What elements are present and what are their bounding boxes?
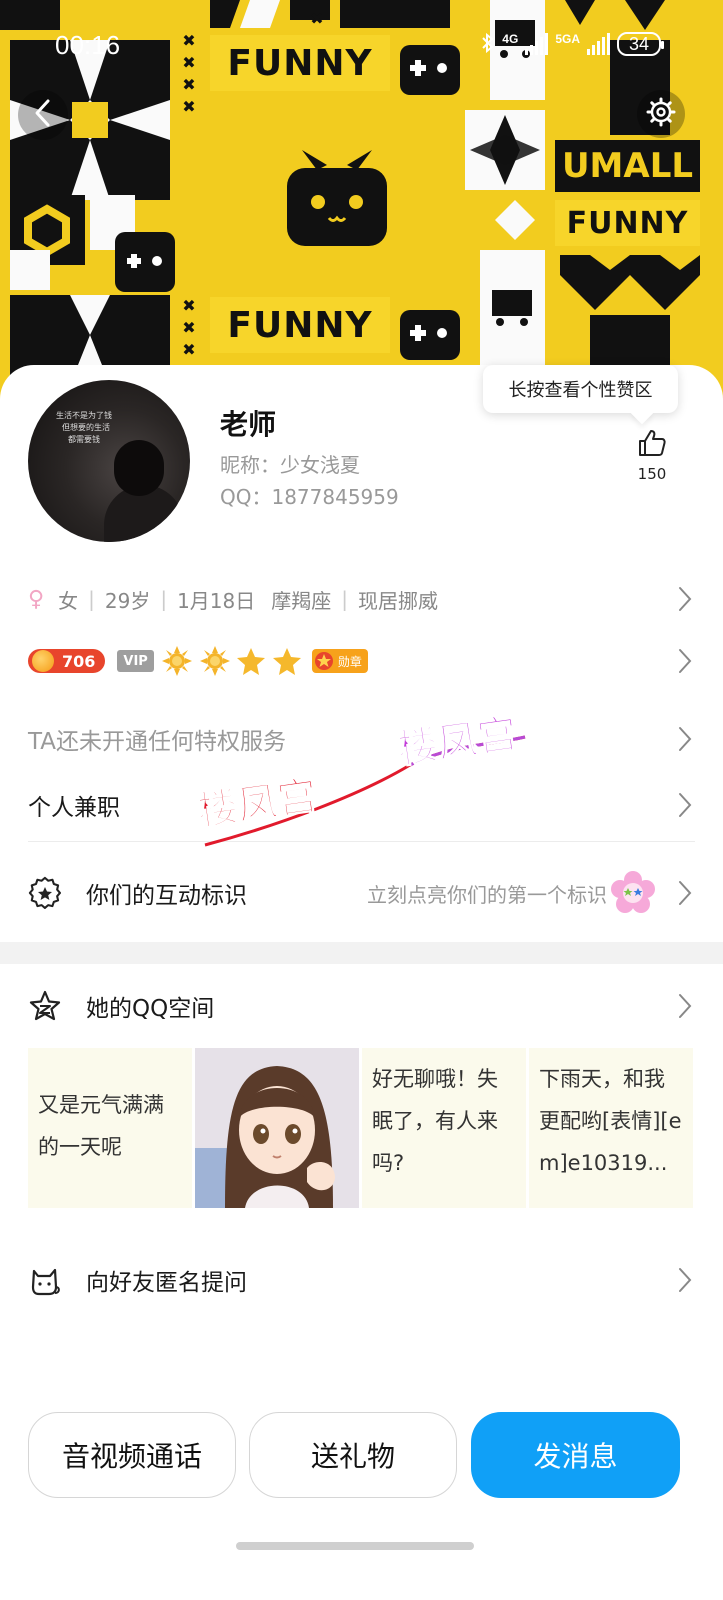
cover-funny-banner: FUNNY bbox=[210, 297, 390, 353]
divider: | bbox=[160, 587, 168, 611]
level-value: 706 bbox=[62, 651, 96, 671]
cover-pattern bbox=[465, 110, 545, 190]
status-indicators: 4G 5GA 34 bbox=[481, 32, 664, 56]
cat-icon bbox=[31, 1268, 60, 1296]
medal-star-icon bbox=[314, 652, 333, 670]
send-message-button[interactable]: 发消息 bbox=[471, 1412, 680, 1498]
watermark: 楼凤宫 楼凤宫 bbox=[200, 710, 526, 847]
female-icon: ♀ bbox=[28, 586, 45, 612]
location-text: 现居挪威 bbox=[358, 588, 439, 613]
qzone-row[interactable]: 她的QQ空间 bbox=[28, 981, 695, 1031]
gear-icon bbox=[646, 97, 676, 131]
interaction-mark-row[interactable]: 你们的互动标识 立刻点亮你们的第一个标识 bbox=[28, 865, 695, 921]
interaction-label: 你们的互动标识 bbox=[86, 883, 247, 909]
qzone-post[interactable]: 又是元气满满的一天呢 bbox=[28, 1048, 192, 1208]
thumbs-up-icon bbox=[636, 430, 668, 463]
settings-button[interactable] bbox=[637, 90, 685, 138]
zodiac-text: 摩羯座 bbox=[271, 588, 332, 613]
cover-funny-banner: FUNNY bbox=[555, 200, 700, 246]
section-separator bbox=[0, 942, 723, 964]
gamepad-icon bbox=[400, 310, 460, 360]
battery-level: 34 bbox=[628, 33, 650, 54]
like-button[interactable]: 150 bbox=[630, 427, 674, 483]
bluetooth-icon bbox=[481, 32, 495, 56]
like-tooltip: 长按查看个性赞区 bbox=[483, 365, 678, 413]
cover-pattern bbox=[560, 255, 700, 315]
divider: | bbox=[341, 587, 349, 611]
like-count: 150 bbox=[637, 465, 667, 483]
badge-star-icon bbox=[28, 876, 61, 909]
signal-icon bbox=[587, 33, 610, 55]
avatar-figure bbox=[114, 440, 164, 496]
send-gift-button[interactable]: 送礼物 bbox=[249, 1412, 457, 1498]
qzone-star-icon bbox=[29, 990, 61, 1021]
chevron-right-icon bbox=[675, 879, 695, 907]
network-type-label: 4G bbox=[502, 32, 519, 46]
chevron-right-icon bbox=[675, 585, 695, 613]
cover-umall-banner: UMALL bbox=[555, 140, 700, 192]
level-badge: 706 bbox=[28, 649, 106, 673]
profile-nickname: 昵称：少女浅夏 bbox=[220, 453, 360, 477]
signal-icon bbox=[525, 33, 549, 55]
chevron-right-icon bbox=[675, 992, 695, 1020]
avatar-quote-line: 都需要钱 bbox=[68, 435, 100, 444]
profile-name: 老师 bbox=[220, 408, 277, 441]
cover-pattern bbox=[115, 232, 175, 292]
chevron-right-icon bbox=[675, 1266, 695, 1294]
vip-badge: VIP bbox=[117, 650, 154, 672]
chevron-right-icon bbox=[675, 647, 695, 675]
divider: | bbox=[88, 587, 95, 611]
medal-badge: 勋章 bbox=[311, 649, 368, 673]
anime-girl-image bbox=[195, 1048, 359, 1208]
basic-info-row[interactable]: ♀ 女 | 29岁 | 1月18日 摩羯座 | 现居挪威 bbox=[28, 575, 695, 623]
anonymous-ask-row[interactable]: 向好友匿名提问 bbox=[28, 1255, 695, 1305]
avatar-quote-line: 生活不是为了钱 bbox=[56, 411, 112, 420]
profile-qq-number[interactable]: QQ：1877845959 bbox=[220, 481, 399, 510]
avatar[interactable]: 生活不是为了钱 但想要的生活 都需要钱 bbox=[28, 380, 190, 542]
chevron-right-icon bbox=[675, 725, 695, 753]
cover-pattern bbox=[480, 250, 545, 370]
job-text: 个人兼职 bbox=[28, 795, 120, 821]
sun-level-icon bbox=[161, 646, 192, 676]
avatar-quote-line: 但想要的生活 bbox=[62, 423, 110, 432]
video-call-button[interactable]: 音视频通话 bbox=[28, 1412, 236, 1498]
status-bar: 00:16 4G 5GA 34 bbox=[0, 0, 723, 90]
badges-row[interactable]: 706 VIP 勋章 bbox=[28, 637, 695, 685]
watermark-text: 楼凤宫 bbox=[395, 711, 520, 773]
qzone-post-image[interactable] bbox=[195, 1048, 359, 1208]
home-indicator[interactable] bbox=[236, 1542, 474, 1550]
star-level-icon bbox=[236, 648, 265, 675]
qzone-label: 她的QQ空间 bbox=[86, 996, 215, 1022]
flower-icon bbox=[611, 871, 655, 913]
avatar-quote: 生活不是为了钱 但想要的生活 都需要钱 bbox=[56, 410, 112, 446]
birthday-text: 1月18日 bbox=[177, 588, 256, 613]
star-level-icon bbox=[272, 648, 301, 675]
chevron-right-icon bbox=[675, 791, 695, 819]
qzone-post[interactable]: 好无聊哦！失眠了，有人来吗? bbox=[362, 1048, 526, 1208]
battery-icon: 34 bbox=[617, 32, 664, 56]
medal-label: 勋章 bbox=[337, 654, 362, 669]
cover-banner[interactable]: ✖✖✖✖ ✖✖✖✖ FUNNY FUNNY FUNNY UMALL ✖ bbox=[0, 0, 723, 420]
cover-pattern bbox=[495, 200, 535, 240]
sun-level-icon bbox=[199, 646, 230, 676]
gender-text: 女 bbox=[58, 588, 79, 613]
status-time: 00:16 bbox=[55, 30, 121, 60]
coin-icon bbox=[32, 650, 54, 672]
qzone-posts: 又是元气满满的一天呢 好无聊哦！失眠了，有人来吗? 下雨天，和我更配哟[表情][… bbox=[28, 1048, 695, 1208]
mascot-box-icon bbox=[282, 140, 392, 250]
cover-pattern bbox=[10, 250, 50, 290]
age-text: 29岁 bbox=[104, 588, 151, 613]
post-text: 下雨天，和我更配哟[表情][em]e10319... bbox=[539, 1067, 682, 1175]
interaction-hint: 立刻点亮你们的第一个标识 bbox=[367, 882, 607, 907]
ask-label: 向好友匿名提问 bbox=[86, 1270, 247, 1296]
profile-card: 生活不是为了钱 但想要的生活 都需要钱 老师 昵称：少女浅夏 QQ：187784… bbox=[0, 365, 723, 1600]
qzone-post[interactable]: 下雨天，和我更配哟[表情][em]e10319... bbox=[529, 1048, 693, 1208]
post-text: 又是元气满满的一天呢 bbox=[38, 1093, 164, 1159]
back-button[interactable] bbox=[18, 90, 68, 140]
chevron-left-icon bbox=[33, 98, 53, 132]
watermark-text: 楼凤宫 bbox=[200, 773, 320, 835]
network-type-label: 5GA bbox=[555, 32, 580, 46]
post-text: 好无聊哦！失眠了，有人来吗? bbox=[372, 1067, 498, 1175]
